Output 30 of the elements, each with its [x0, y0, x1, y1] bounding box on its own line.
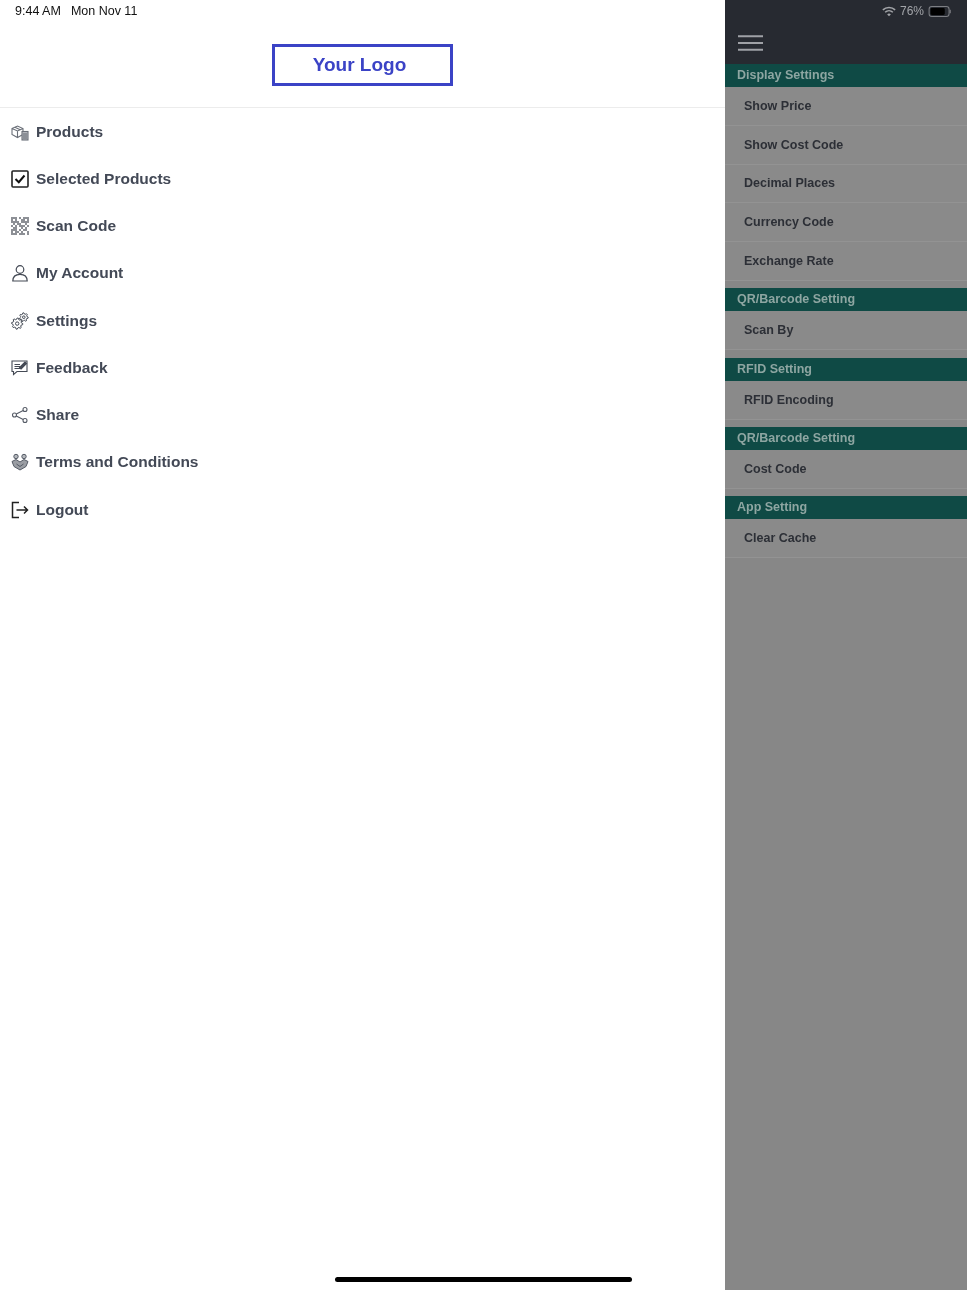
share-icon [11, 406, 29, 425]
person-icon [11, 264, 29, 283]
menu-item[interactable]: Logout [0, 486, 97, 534]
status-date: Mon Nov 11 [70, 4, 138, 18]
boxes-icon [11, 122, 29, 141]
menu-item[interactable]: Scan Code [0, 202, 125, 250]
gears-icon [11, 311, 29, 330]
wifi-icon [881, 5, 896, 17]
section-header: QR/Barcode Setting [725, 427, 967, 451]
menu-item[interactable]: Feedback [0, 344, 116, 392]
qr-code-icon [11, 217, 29, 236]
menu-item[interactable]: Products [0, 108, 112, 156]
menu-icon[interactable] [738, 35, 763, 51]
status-time: 9:44 AM [15, 4, 61, 18]
section-header: RFID Setting [725, 357, 967, 381]
battery-percent: 76% [899, 4, 924, 18]
logout-icon [11, 500, 29, 519]
menu-item[interactable]: My Account [0, 249, 132, 297]
logo: Your Logo [272, 44, 453, 86]
battery-icon [928, 5, 952, 17]
people-heart-icon [11, 453, 29, 472]
menu-item[interactable]: Selected Products [0, 155, 180, 203]
section-header: QR/Barcode Setting [725, 288, 967, 312]
checked-box-icon [11, 169, 29, 188]
speech-bubble-icon [11, 358, 29, 377]
menu-item[interactable]: Settings [0, 297, 106, 345]
menu-item[interactable]: Share [0, 391, 88, 439]
menu-item[interactable]: Terms and Conditions [0, 438, 207, 486]
section-header: Display Settings [725, 64, 967, 87]
section-header: App Setting [725, 496, 967, 520]
